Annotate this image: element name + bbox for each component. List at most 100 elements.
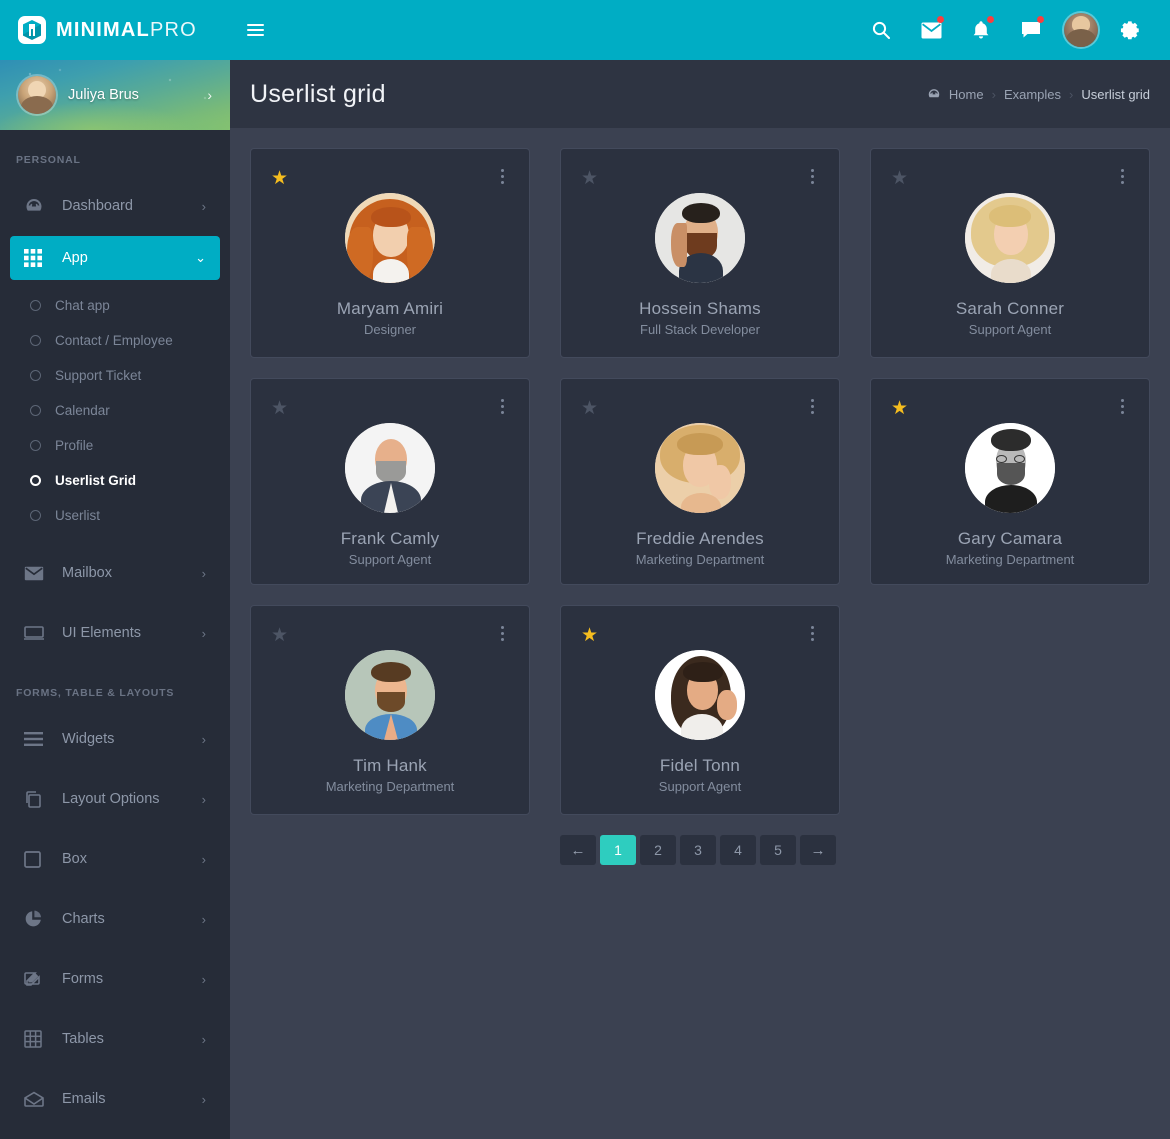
favorite-star-icon[interactable]: ★ xyxy=(581,169,598,188)
breadcrumb-home[interactable]: Home xyxy=(949,87,984,102)
user-role: Full Stack Developer xyxy=(640,322,760,337)
favorite-star-icon[interactable]: ★ xyxy=(891,399,908,418)
sidebar-item-label: UI Elements xyxy=(62,625,141,641)
sidebar-item-layout-options[interactable]: Layout Options › xyxy=(10,777,220,821)
user-name: Tim Hank xyxy=(353,756,427,775)
user-card[interactable]: ★ Tim Hank Marketing Department xyxy=(250,605,530,815)
sidebar-subitem-userlist[interactable]: Userlist xyxy=(0,498,230,533)
more-vertical-icon[interactable] xyxy=(805,167,819,185)
user-card[interactable]: ★ Gary Camara Marketing Department xyxy=(870,378,1150,585)
sidebar-subitem-label: Support Ticket xyxy=(55,368,142,383)
sidebar-item-label: App xyxy=(62,250,88,266)
sidebar-item-box[interactable]: Box › xyxy=(10,837,220,881)
list-icon xyxy=(24,732,54,746)
sidebar-item-emails[interactable]: Emails › xyxy=(10,1077,220,1121)
favorite-star-icon[interactable]: ★ xyxy=(891,169,908,188)
more-vertical-icon[interactable] xyxy=(805,624,819,642)
sidebar-toggle-button[interactable] xyxy=(230,0,280,60)
chat-button[interactable] xyxy=(1006,0,1056,60)
favorite-star-icon[interactable]: ★ xyxy=(271,399,288,418)
pagination-next-button[interactable]: → xyxy=(800,835,836,865)
sidebar-subitem-calendar[interactable]: Calendar xyxy=(0,393,230,428)
sidebar-item-label: Emails xyxy=(62,1091,106,1107)
messages-button[interactable] xyxy=(906,0,956,60)
brand-logo-area[interactable]: MINIMALPRO xyxy=(0,0,230,60)
sidebar-subitem-label: Userlist xyxy=(55,508,101,523)
gauge-icon xyxy=(24,196,54,216)
user-card[interactable]: ★ Hossein Shams Full Stack Developer xyxy=(560,148,840,358)
sidebar-subitem-label: Calendar xyxy=(55,403,110,418)
sidebar-profile[interactable]: Juliya Brus › xyxy=(0,60,230,130)
sidebar-item-tables[interactable]: Tables › xyxy=(10,1017,220,1061)
chevron-right-icon: › xyxy=(201,1031,206,1047)
user-role: Designer xyxy=(363,322,417,337)
more-vertical-icon[interactable] xyxy=(495,167,509,185)
pagination-page-1[interactable]: 1 xyxy=(600,835,636,865)
sidebar-item-dashboard[interactable]: Dashboard › xyxy=(10,184,220,228)
favorite-star-icon[interactable]: ★ xyxy=(581,626,598,645)
more-vertical-icon[interactable] xyxy=(805,397,819,415)
breadcrumb-current: Userlist grid xyxy=(1081,86,1150,102)
user-avatar xyxy=(965,423,1055,513)
hamburger-icon xyxy=(246,23,264,37)
copy-icon xyxy=(24,790,54,809)
user-avatar-button[interactable] xyxy=(1056,0,1106,60)
brand-name-light: PRO xyxy=(149,18,197,41)
sidebar-item-mailbox[interactable]: Mailbox › xyxy=(10,551,220,595)
circle-icon xyxy=(30,440,41,451)
user-name: Freddie Arendes xyxy=(636,529,764,548)
search-button[interactable] xyxy=(856,0,906,60)
sidebar-item-ui-elements[interactable]: UI Elements › xyxy=(10,611,220,655)
sidebar-item-label: Box xyxy=(62,851,87,867)
user-card[interactable]: ★ Sarah Conner Support Agent xyxy=(870,148,1150,358)
breadcrumb-examples[interactable]: Examples xyxy=(1004,87,1061,102)
sidebar-item-label: Forms xyxy=(62,971,104,987)
sidebar-item-forms[interactable]: Forms › xyxy=(10,957,220,1001)
main-content: ★ Maryam Amiri Designer ★ Hossein Shams … xyxy=(230,128,1170,1139)
user-avatar xyxy=(345,650,435,740)
sidebar-subitem-chat-app[interactable]: Chat app xyxy=(0,288,230,323)
sidebar-item-charts[interactable]: Charts › xyxy=(10,897,220,941)
user-avatar xyxy=(655,423,745,513)
more-vertical-icon[interactable] xyxy=(495,624,509,642)
search-icon xyxy=(872,21,890,39)
user-role: Support Agent xyxy=(968,322,1052,337)
notifications-button[interactable] xyxy=(956,0,1006,60)
sidebar-subitem-contact-employee[interactable]: Contact / Employee xyxy=(0,323,230,358)
user-card[interactable]: ★ Maryam Amiri Designer xyxy=(250,148,530,358)
user-name: Maryam Amiri xyxy=(336,299,444,318)
sidebar-profile-avatar xyxy=(18,76,56,114)
user-name: Gary Camara xyxy=(957,529,1063,548)
pagination-page-3[interactable]: 3 xyxy=(680,835,716,865)
messages-badge-dot xyxy=(937,16,944,23)
gear-icon xyxy=(1120,21,1139,40)
favorite-star-icon[interactable]: ★ xyxy=(271,169,288,188)
envelope-icon xyxy=(24,566,54,581)
sidebar-subitem-label: Chat app xyxy=(55,298,110,313)
more-vertical-icon[interactable] xyxy=(1115,167,1129,185)
topbar-actions xyxy=(856,0,1170,60)
sidebar-subitem-profile[interactable]: Profile xyxy=(0,428,230,463)
sidebar-subitem-support-ticket[interactable]: Support Ticket xyxy=(0,358,230,393)
user-card[interactable]: ★ Freddie Arendes Marketing Department xyxy=(560,378,840,585)
favorite-star-icon[interactable]: ★ xyxy=(581,399,598,418)
user-card[interactable]: ★ Frank Camly Support Agent xyxy=(250,378,530,585)
more-vertical-icon[interactable] xyxy=(1115,397,1129,415)
pagination-page-5[interactable]: 5 xyxy=(760,835,796,865)
user-card[interactable]: ★ Fidel Tonn Support Agent xyxy=(560,605,840,815)
more-vertical-icon[interactable] xyxy=(495,397,509,415)
user-avatar xyxy=(965,193,1055,283)
pagination-prev-button[interactable]: ← xyxy=(560,835,596,865)
pagination-page-4[interactable]: 4 xyxy=(720,835,756,865)
page-header: Userlist grid Home › Examples › Userlist… xyxy=(230,60,1170,128)
sidebar-item-widgets[interactable]: Widgets › xyxy=(10,717,220,761)
square-icon xyxy=(24,850,54,868)
sidebar-subitem-userlist-grid[interactable]: Userlist Grid xyxy=(0,463,230,498)
settings-button[interactable] xyxy=(1106,0,1156,60)
sidebar-subitem-label: Contact / Employee xyxy=(55,333,173,348)
pagination-page-2[interactable]: 2 xyxy=(640,835,676,865)
sidebar-item-label: Charts xyxy=(62,911,105,927)
sidebar-item-app[interactable]: App ⌄ xyxy=(10,236,220,280)
circle-icon xyxy=(30,510,41,521)
favorite-star-icon[interactable]: ★ xyxy=(271,626,288,645)
